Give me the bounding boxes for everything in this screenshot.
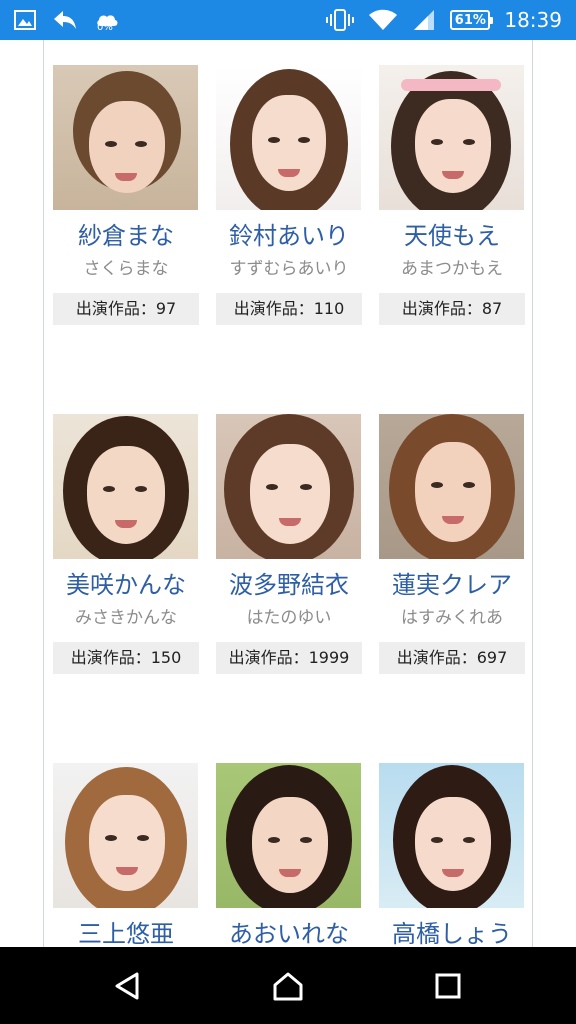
actress-name[interactable]: 美咲かんな: [53, 569, 199, 601]
actress-name[interactable]: 紗倉まな: [53, 220, 199, 252]
works-count-badge: 出演作品：697: [379, 642, 525, 674]
actress-kana: はたのゆい: [246, 608, 332, 628]
actress-name[interactable]: 波多野結衣: [216, 569, 362, 601]
actress-kana: みさきかんな: [75, 608, 177, 628]
status-bar: 0% 61% 18:39: [0, 0, 576, 40]
signal-icon: [412, 8, 436, 32]
actress-photo[interactable]: [379, 414, 524, 559]
actress-kana: はすみくれあ: [401, 608, 503, 628]
actress-name[interactable]: 高橋しょう: [379, 918, 525, 947]
clock: 18:39: [504, 8, 562, 32]
works-count-badge: 出演作品：110: [216, 293, 362, 325]
actress-card[interactable]: あおいれな: [216, 763, 362, 947]
actress-card[interactable]: 天使もえ あまつかもえ 出演作品：87: [379, 65, 525, 325]
reply-arrow-icon: [52, 9, 78, 31]
actress-photo[interactable]: [53, 763, 198, 908]
actress-card[interactable]: 波多野結衣 はたのゆい 出演作品：1999: [216, 414, 362, 674]
actress-photo[interactable]: [216, 65, 361, 210]
actress-photo[interactable]: [216, 763, 361, 908]
actress-name[interactable]: 鈴村あいり: [216, 220, 362, 252]
actress-kana: さくらまな: [83, 259, 169, 279]
data-saver-percent: 0%: [97, 22, 113, 33]
recents-icon[interactable]: [433, 971, 463, 1001]
actress-kana: すずむらあいり: [229, 259, 349, 279]
actress-name[interactable]: 蓮実クレア: [379, 569, 525, 601]
actress-name[interactable]: 天使もえ: [379, 220, 525, 252]
works-count-badge: 出演作品：87: [379, 293, 525, 325]
battery-icon: 61%: [450, 10, 494, 30]
actress-photo[interactable]: [216, 414, 361, 559]
actress-grid[interactable]: 紗倉まな さくらまな 出演作品：97 鈴村あいり すずむらあいり 出演作品：11…: [43, 40, 533, 947]
actress-name[interactable]: 三上悠亜: [53, 918, 199, 947]
wifi-icon: [368, 8, 398, 32]
actress-card[interactable]: 紗倉まな さくらまな 出演作品：97: [53, 65, 199, 325]
gallery-icon: [14, 10, 36, 30]
back-icon[interactable]: [113, 971, 143, 1001]
vibrate-icon: [326, 8, 355, 32]
home-icon[interactable]: [272, 971, 303, 1001]
actress-card[interactable]: 鈴村あいり すずむらあいり 出演作品：110: [216, 65, 362, 325]
works-count-badge: 出演作品：1999: [216, 642, 362, 674]
actress-photo[interactable]: [379, 65, 524, 210]
battery-percent: 61%: [454, 12, 486, 28]
actress-card[interactable]: 蓮実クレア はすみくれあ 出演作品：697: [379, 414, 525, 674]
works-count-badge: 出演作品：150: [53, 642, 199, 674]
actress-card[interactable]: 三上悠亜: [53, 763, 199, 947]
actress-photo[interactable]: [379, 763, 524, 908]
actress-card[interactable]: 美咲かんな みさきかんな 出演作品：150: [53, 414, 199, 674]
works-count-badge: 出演作品：97: [53, 293, 199, 325]
actress-photo[interactable]: [53, 414, 198, 559]
actress-kana: あまつかもえ: [401, 259, 503, 279]
actress-card[interactable]: 高橋しょう: [379, 763, 525, 947]
actress-photo[interactable]: [53, 65, 198, 210]
navigation-bar: [0, 947, 576, 1024]
actress-name[interactable]: あおいれな: [216, 918, 362, 947]
